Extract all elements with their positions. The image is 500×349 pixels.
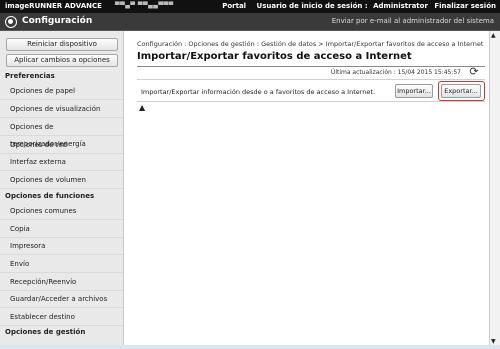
- logout-link[interactable]: Finalizar sesión: [434, 2, 496, 10]
- last-updated-text: Última actualización : 15/04 2015 15:45:…: [330, 69, 461, 76]
- page-title: Importar/Exportar favoritos de acceso a …: [137, 51, 412, 62]
- refresh-icon[interactable]: ⟳: [467, 66, 481, 78]
- sidebar-item-display[interactable]: Opciones de visualización: [0, 101, 123, 118]
- sidebar-item-set-destination[interactable]: Establecer destino: [0, 309, 123, 326]
- import-export-panel: Importar/Exportar información desde o a …: [137, 79, 485, 102]
- scroll-up-icon[interactable]: ▲: [491, 32, 496, 39]
- portal-link[interactable]: Portal: [222, 2, 246, 10]
- device-name: ▀▀▄▀ ▀▀▄▄▀▀▀: [115, 2, 174, 9]
- sidebar-item-paper[interactable]: Opciones de papel: [0, 83, 123, 100]
- sidebar-item-receive-forward[interactable]: Recepción/Reenvío: [0, 274, 123, 291]
- gear-icon: [5, 16, 17, 28]
- sidebar: Reiniciar dispositivo Aplicar cambios a …: [0, 31, 124, 349]
- login-user-name: Administrator: [373, 2, 428, 10]
- sidebar-section-functions: Opciones de funciones: [5, 192, 95, 200]
- sidebar-section-preferences: Preferencias: [5, 72, 55, 80]
- restart-device-button[interactable]: Reiniciar dispositivo: [6, 38, 118, 51]
- page-header: Configuración Enviar por e-mail al admin…: [0, 13, 500, 31]
- brand-name: imageRUNNER ADVANCE: [5, 2, 102, 10]
- back-to-top-icon[interactable]: ▲: [139, 104, 145, 112]
- breadcrumb: Configuración : Opciones de gestión : Ge…: [137, 40, 484, 48]
- top-bar: imageRUNNER ADVANCE ▀▀▄▀ ▀▀▄▄▀▀▀ Portal …: [0, 0, 500, 13]
- export-button[interactable]: Exportar...: [441, 84, 481, 98]
- import-export-description: Importar/Exportar información desde o a …: [141, 88, 376, 96]
- main-content: Configuración : Opciones de gestión : Ge…: [125, 31, 489, 349]
- sidebar-section-management: Opciones de gestión: [5, 328, 86, 336]
- sidebar-item-printer[interactable]: Impresora: [0, 238, 123, 255]
- page-header-title: Configuración: [22, 16, 93, 26]
- sidebar-item-network[interactable]: Opciones de red: [0, 137, 123, 154]
- sidebar-item-send[interactable]: Envío: [0, 256, 123, 273]
- sidebar-item-volume[interactable]: Opciones de volumen: [0, 172, 123, 189]
- sidebar-item-external-interface[interactable]: Interfaz externa: [0, 154, 123, 171]
- sidebar-item-store-access-files[interactable]: Guardar/Acceder a archivos: [0, 291, 123, 308]
- scroll-down-icon[interactable]: ▼: [491, 338, 496, 345]
- import-button[interactable]: Importar...: [395, 84, 433, 98]
- window-bottom-edge: [0, 345, 500, 349]
- sidebar-item-copy[interactable]: Copia: [0, 221, 123, 238]
- apply-settings-button[interactable]: Aplicar cambios a opciones: [6, 54, 118, 67]
- vertical-scrollbar[interactable]: ▲ ▼: [489, 31, 500, 349]
- sidebar-item-common[interactable]: Opciones comunes: [0, 203, 123, 220]
- top-bar-links: Portal Usuario de inicio de sesión : Adm…: [214, 2, 496, 10]
- title-divider: [137, 66, 485, 67]
- login-user-label: Usuario de inicio de sesión :: [256, 2, 368, 10]
- sidebar-item-timer-energy[interactable]: Opciones de temporizador/energía: [0, 119, 123, 148]
- mail-admin-link[interactable]: Enviar por e-mail al administrador del s…: [332, 17, 494, 25]
